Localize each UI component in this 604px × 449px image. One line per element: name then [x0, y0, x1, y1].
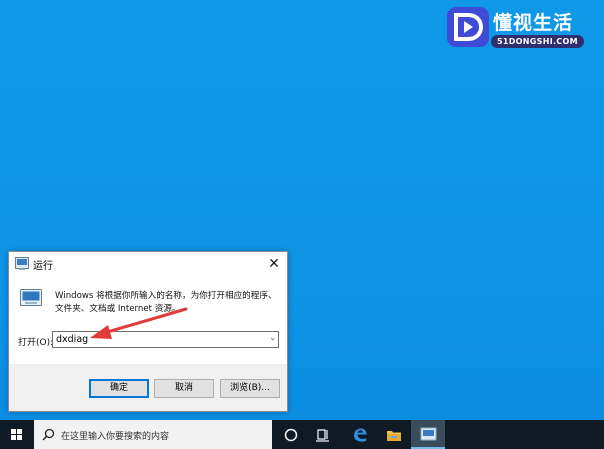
ok-button[interactable]: 确定	[89, 379, 149, 398]
watermark-title: 懂视生活	[493, 12, 574, 34]
file-explorer-icon	[387, 431, 401, 441]
run-program-icon	[20, 289, 42, 306]
search-placeholder: 在这里输入你要搜索的内容	[61, 432, 170, 442]
logo-badge-icon	[447, 7, 489, 47]
dialog-description: Windows 将根据你所输入的名称，为你打开相应的程序、文件夹、文档或 Int…	[55, 291, 277, 314]
close-button[interactable]: ✕	[261, 252, 287, 276]
open-input[interactable]: dxdiag	[56, 334, 88, 345]
cortana-button[interactable]	[274, 420, 308, 449]
file-explorer-button[interactable]	[377, 420, 411, 449]
taskbar: 在这里输入你要搜索的内容	[0, 420, 604, 449]
dialog-footer: 确定 取消 浏览(B)...	[9, 364, 287, 411]
start-icon	[11, 429, 22, 440]
chevron-down-icon[interactable]: ⌄	[269, 333, 276, 342]
open-combobox[interactable]: dxdiag ⌄	[52, 331, 279, 348]
run-app-icon	[420, 427, 437, 441]
watermark-subtitle: 51DONGSHI.COM	[491, 35, 584, 48]
edge-button[interactable]	[343, 420, 377, 449]
taskbar-search-box[interactable]: 在这里输入你要搜索的内容	[34, 420, 272, 449]
open-label: 打开(O):	[18, 338, 54, 348]
task-view-icon	[316, 429, 329, 442]
start-button[interactable]	[0, 420, 34, 449]
search-icon	[42, 428, 55, 441]
cortana-icon	[284, 428, 298, 442]
run-icon	[15, 257, 29, 270]
run-app-button[interactable]	[411, 420, 445, 449]
task-view-button[interactable]	[306, 420, 340, 449]
edge-icon	[354, 428, 367, 442]
watermark-logo: 懂视生活 51DONGSHI.COM	[447, 7, 584, 48]
run-dialog: 运行 ✕ Windows 将根据你所输入的名称，为你打开相应的程序、文件夹、文档…	[8, 251, 288, 412]
dialog-titlebar[interactable]: 运行 ✕	[9, 252, 287, 276]
close-icon: ✕	[268, 256, 280, 272]
cancel-button[interactable]: 取消	[154, 379, 214, 398]
browse-button[interactable]: 浏览(B)...	[220, 379, 280, 398]
dialog-title: 运行	[33, 261, 53, 272]
